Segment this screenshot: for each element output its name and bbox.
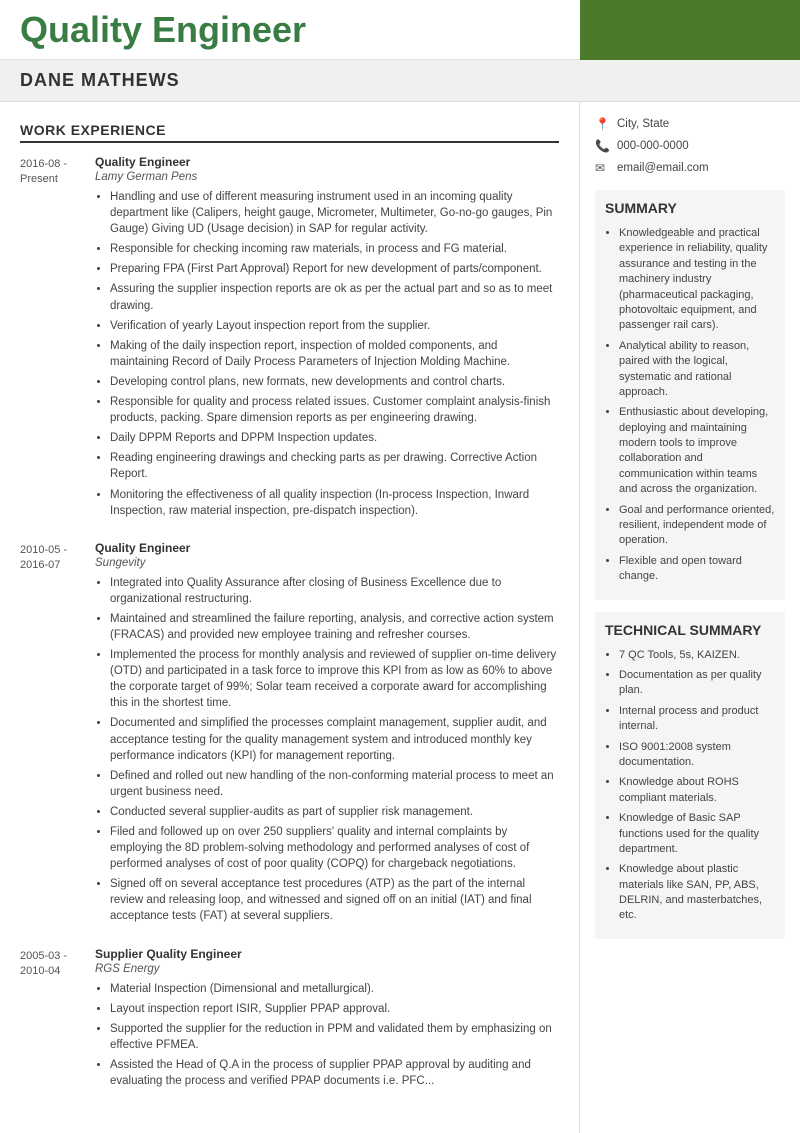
job-1-title: Quality Engineer <box>95 155 559 169</box>
name-bar: DANE MATHEWS <box>0 60 800 102</box>
list-item: Documented and simplified the processes … <box>110 715 559 763</box>
list-item: Making of the daily inspection report, i… <box>110 338 559 370</box>
job-entry-1: 2016-08 - Present Quality Engineer Lamy … <box>20 155 559 523</box>
job-3-content: Supplier Quality Engineer RGS Energy Mat… <box>95 947 559 1094</box>
phone-icon: 📞 <box>595 139 611 153</box>
list-item: Verification of yearly Layout inspection… <box>110 318 559 334</box>
job-1-bullets: Handling and use of different measuring … <box>95 189 559 519</box>
job-entry-3: 2005-03 - 2010-04 Supplier Quality Engin… <box>20 947 559 1094</box>
list-item: Flexible and open toward change. <box>619 554 775 585</box>
list-item: 7 QC Tools, 5s, KAIZEN. <box>619 648 775 663</box>
list-item: Layout inspection report ISIR, Supplier … <box>110 1001 559 1017</box>
phone-text: 000-000-0000 <box>617 140 689 152</box>
technical-title: TECHNICAL SUMMARY <box>605 622 775 638</box>
job-3-bullets: Material Inspection (Dimensional and met… <box>95 981 559 1090</box>
technical-bullets: 7 QC Tools, 5s, KAIZEN. Documentation as… <box>605 648 775 924</box>
list-item: Defined and rolled out new handling of t… <box>110 768 559 800</box>
list-item: Supported the supplier for the reduction… <box>110 1021 559 1053</box>
work-experience-header: WORK EXPERIENCE <box>20 122 559 143</box>
list-item: Material Inspection (Dimensional and met… <box>110 981 559 997</box>
job-entry-2: 2010-05 - 2016-07 Quality Engineer Sunge… <box>20 541 559 929</box>
job-3-dates: 2005-03 - 2010-04 <box>20 947 95 1094</box>
summary-bullets: Knowledgeable and practical experience i… <box>605 226 775 585</box>
list-item: Internal process and product internal. <box>619 704 775 735</box>
technical-section: TECHNICAL SUMMARY 7 QC Tools, 5s, KAIZEN… <box>595 612 785 939</box>
summary-title: SUMMARY <box>605 200 775 216</box>
header-accent-block <box>580 0 800 60</box>
main-layout: WORK EXPERIENCE 2016-08 - Present Qualit… <box>0 102 800 1133</box>
job-2-content: Quality Engineer Sungevity Integrated in… <box>95 541 559 929</box>
job-3-company: RGS Energy <box>95 963 559 975</box>
list-item: Handling and use of different measuring … <box>110 189 559 237</box>
job-1-company: Lamy German Pens <box>95 171 559 183</box>
email-icon: ✉ <box>595 161 611 175</box>
email-item: ✉ email@email.com <box>595 161 785 175</box>
list-item: Assisted the Head of Q.A in the process … <box>110 1057 559 1089</box>
list-item: Filed and followed up on over 250 suppli… <box>110 824 559 872</box>
left-column: WORK EXPERIENCE 2016-08 - Present Qualit… <box>0 102 580 1133</box>
header: Quality Engineer <box>0 0 800 60</box>
list-item: ISO 9001:2008 system documentation. <box>619 740 775 771</box>
list-item: Documentation as per quality plan. <box>619 668 775 699</box>
page-title: Quality Engineer <box>20 9 306 51</box>
list-item: Signed off on several acceptance test pr… <box>110 876 559 924</box>
work-experience-section: WORK EXPERIENCE 2016-08 - Present Qualit… <box>20 122 559 1093</box>
list-item: Knowledge about ROHS compliant materials… <box>619 775 775 806</box>
right-column: 📍 City, State 📞 000-000-0000 ✉ email@ema… <box>580 102 800 1133</box>
location-item: 📍 City, State <box>595 117 785 131</box>
list-item: Knowledge about plastic materials like S… <box>619 862 775 924</box>
phone-item: 📞 000-000-0000 <box>595 139 785 153</box>
list-item: Conducted several supplier-audits as par… <box>110 804 559 820</box>
header-title-area: Quality Engineer <box>0 0 580 59</box>
list-item: Monitoring the effectiveness of all qual… <box>110 487 559 519</box>
job-2-company: Sungevity <box>95 557 559 569</box>
list-item: Preparing FPA (First Part Approval) Repo… <box>110 261 559 277</box>
list-item: Responsible for quality and process rela… <box>110 394 559 426</box>
job-2-dates: 2010-05 - 2016-07 <box>20 541 95 929</box>
email-text: email@email.com <box>617 162 709 174</box>
job-1-dates: 2016-08 - Present <box>20 155 95 523</box>
candidate-name: DANE MATHEWS <box>20 70 180 91</box>
list-item: Assuring the supplier inspection reports… <box>110 281 559 313</box>
list-item: Maintained and streamlined the failure r… <box>110 611 559 643</box>
contact-section: 📍 City, State 📞 000-000-0000 ✉ email@ema… <box>595 117 785 175</box>
list-item: Knowledgeable and practical experience i… <box>619 226 775 334</box>
job-2-bullets: Integrated into Quality Assurance after … <box>95 575 559 925</box>
job-2-title: Quality Engineer <box>95 541 559 555</box>
list-item: Enthusiastic about developing, deploying… <box>619 405 775 497</box>
list-item: Reading engineering drawings and checkin… <box>110 450 559 482</box>
list-item: Implemented the process for monthly anal… <box>110 647 559 711</box>
job-1-content: Quality Engineer Lamy German Pens Handli… <box>95 155 559 523</box>
job-3-title: Supplier Quality Engineer <box>95 947 559 961</box>
list-item: Daily DPPM Reports and DPPM Inspection u… <box>110 430 559 446</box>
summary-section: SUMMARY Knowledgeable and practical expe… <box>595 190 785 600</box>
list-item: Goal and performance oriented, resilient… <box>619 503 775 549</box>
list-item: Integrated into Quality Assurance after … <box>110 575 559 607</box>
list-item: Responsible for checking incoming raw ma… <box>110 241 559 257</box>
location-icon: 📍 <box>595 117 611 131</box>
list-item: Developing control plans, new formats, n… <box>110 374 559 390</box>
list-item: Knowledge of Basic SAP functions used fo… <box>619 811 775 857</box>
resume-page: Quality Engineer DANE MATHEWS WORK EXPER… <box>0 0 800 1133</box>
list-item: Analytical ability to reason, paired wit… <box>619 339 775 401</box>
location-text: City, State <box>617 118 669 130</box>
